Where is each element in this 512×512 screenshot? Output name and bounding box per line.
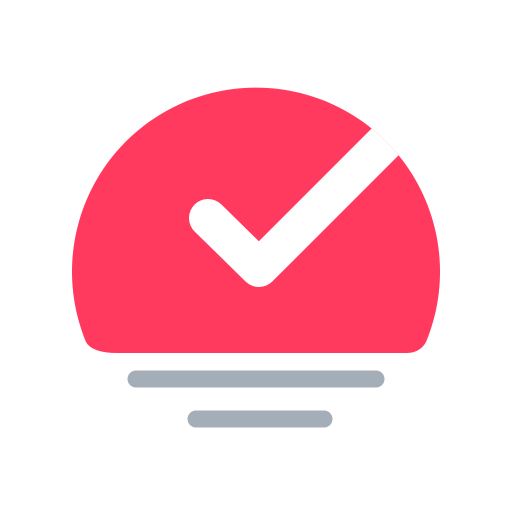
logo-graphic: [72, 87, 440, 428]
dome-shape: [72, 87, 440, 353]
app-icon-canvas: [0, 0, 512, 512]
